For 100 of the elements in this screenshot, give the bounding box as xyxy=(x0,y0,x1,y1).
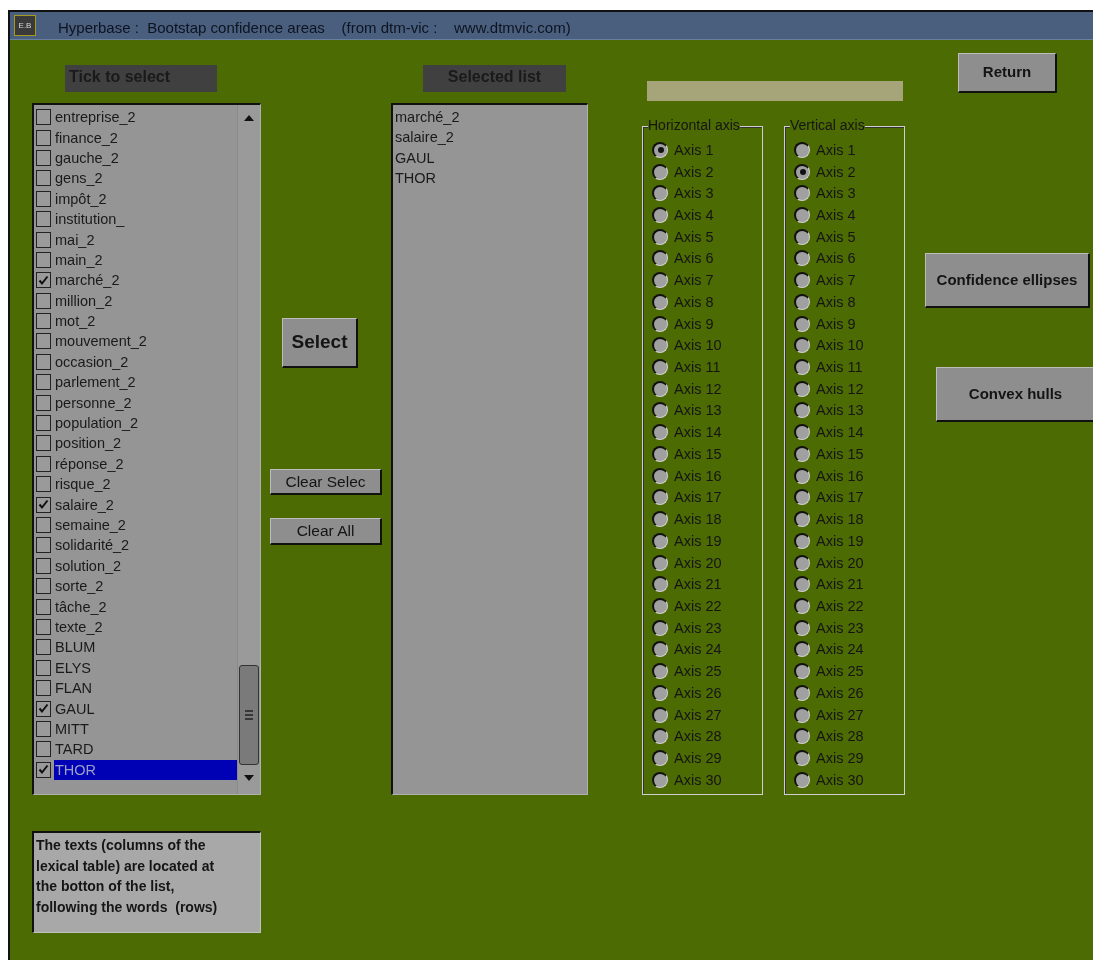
list-item[interactable]: main_2 xyxy=(54,249,238,270)
checkbox[interactable] xyxy=(36,374,51,391)
radio-label[interactable]: Axis 22 xyxy=(816,596,864,615)
radio-label[interactable]: Axis 13 xyxy=(816,401,864,420)
radio-label[interactable]: Axis 22 xyxy=(674,596,722,615)
radio-label[interactable]: Axis 1 xyxy=(674,140,714,159)
radio-label[interactable]: Axis 6 xyxy=(674,249,714,268)
radio-label[interactable]: Axis 30 xyxy=(816,770,864,789)
radio-button[interactable] xyxy=(794,489,810,506)
checkbox[interactable] xyxy=(36,720,51,737)
checkbox[interactable] xyxy=(36,517,51,533)
checkbox[interactable] xyxy=(36,231,51,248)
list-item[interactable]: THOR xyxy=(395,168,437,189)
list-item[interactable]: marché_2 xyxy=(54,270,238,291)
radio-label[interactable]: Axis 18 xyxy=(674,510,722,529)
radio-label[interactable]: Axis 25 xyxy=(674,662,722,681)
radio-button[interactable] xyxy=(794,185,810,202)
list-item[interactable]: salaire_2 xyxy=(54,494,238,515)
radio-button[interactable] xyxy=(794,771,810,788)
radio-button[interactable] xyxy=(794,293,810,310)
radio-button[interactable] xyxy=(652,750,668,766)
radio-label[interactable]: Axis 14 xyxy=(816,423,864,442)
radio-button[interactable] xyxy=(794,532,810,549)
radio-button[interactable] xyxy=(652,663,668,680)
radio-button[interactable] xyxy=(652,359,668,376)
radio-button[interactable] xyxy=(794,750,810,766)
radio-label[interactable]: Axis 4 xyxy=(674,206,714,224)
radio-button[interactable] xyxy=(652,597,668,614)
list-item[interactable]: parlement_2 xyxy=(54,372,238,393)
radio-button[interactable] xyxy=(794,641,810,658)
checkbox[interactable] xyxy=(36,292,51,309)
list-item[interactable]: mai_2 xyxy=(54,229,238,250)
clear-all-button[interactable]: Clear All xyxy=(270,518,382,545)
radio-label[interactable]: Axis 9 xyxy=(674,314,714,333)
list-item[interactable]: MITT xyxy=(54,718,238,739)
radio-label[interactable]: Axis 29 xyxy=(816,749,864,767)
radio-label[interactable]: Axis 25 xyxy=(816,662,864,681)
checkbox[interactable] xyxy=(36,578,51,595)
radio-button[interactable] xyxy=(652,445,668,462)
checkbox[interactable] xyxy=(36,659,51,676)
radio-label[interactable]: Axis 23 xyxy=(674,618,722,637)
list-item[interactable]: TARD xyxy=(54,739,238,760)
list-item[interactable]: mouvement_2 xyxy=(54,331,238,352)
radio-button[interactable] xyxy=(652,185,668,202)
radio-label[interactable]: Axis 5 xyxy=(816,227,856,246)
convex-hulls-button[interactable]: Convex hulls xyxy=(936,367,1093,422)
radio-button[interactable] xyxy=(794,706,810,723)
radio-button[interactable] xyxy=(794,619,810,636)
radio-button[interactable] xyxy=(794,597,810,614)
radio-label[interactable]: Axis 21 xyxy=(816,575,864,594)
radio-button[interactable] xyxy=(652,728,668,745)
checkbox[interactable] xyxy=(36,272,51,289)
radio-button[interactable] xyxy=(794,337,810,354)
radio-label[interactable]: Axis 16 xyxy=(674,466,722,485)
radio-button[interactable] xyxy=(652,619,668,636)
scroll-down-icon[interactable] xyxy=(244,775,254,781)
radio-label[interactable]: Axis 15 xyxy=(816,444,864,463)
radio-label[interactable]: Axis 6 xyxy=(816,249,856,268)
radio-label[interactable]: Axis 27 xyxy=(674,705,722,724)
scrollbar[interactable] xyxy=(237,105,260,794)
list-item[interactable]: THOR xyxy=(54,759,238,780)
radio-label[interactable]: Axis 28 xyxy=(674,727,722,746)
checkbox[interactable] xyxy=(36,496,51,513)
clear-selec-button[interactable]: Clear Selec xyxy=(270,469,382,495)
radio-button[interactable] xyxy=(794,380,810,397)
radio-label[interactable]: Axis 13 xyxy=(674,401,722,420)
radio-label[interactable]: Axis 23 xyxy=(816,618,864,637)
scroll-thumb[interactable] xyxy=(239,665,259,765)
radio-label[interactable]: Axis 4 xyxy=(816,206,856,224)
radio-label[interactable]: Axis 26 xyxy=(816,683,864,702)
checkbox[interactable] xyxy=(36,251,51,268)
radio-button[interactable] xyxy=(652,315,668,332)
checkbox[interactable] xyxy=(36,149,51,166)
radio-label[interactable]: Axis 17 xyxy=(816,488,864,507)
checkbox[interactable] xyxy=(36,109,51,126)
radio-button[interactable] xyxy=(652,272,668,289)
list-item[interactable]: personne_2 xyxy=(54,392,238,413)
checkbox[interactable] xyxy=(36,761,51,778)
list-item[interactable]: entreprise_2 xyxy=(54,107,238,128)
checkbox[interactable] xyxy=(36,557,51,574)
checkbox[interactable] xyxy=(36,435,51,452)
radio-label[interactable]: Axis 10 xyxy=(816,336,864,355)
checkbox[interactable] xyxy=(36,455,51,472)
list-item[interactable]: gauche_2 xyxy=(54,147,238,168)
radio-button[interactable] xyxy=(652,641,668,658)
radio-button[interactable] xyxy=(652,380,668,397)
list-item[interactable]: mot_2 xyxy=(54,311,238,332)
radio-label[interactable]: Axis 5 xyxy=(674,227,714,246)
checkbox[interactable] xyxy=(36,333,51,350)
list-item[interactable]: position_2 xyxy=(54,433,238,454)
return-button[interactable]: Return xyxy=(958,53,1057,93)
radio-button[interactable] xyxy=(794,402,810,419)
radio-button[interactable] xyxy=(794,424,810,441)
radio-label[interactable]: Axis 19 xyxy=(816,531,864,550)
list-item[interactable]: tâche_2 xyxy=(54,596,238,617)
list-item[interactable]: finance_2 xyxy=(54,127,238,148)
list-item[interactable]: GAUL xyxy=(54,698,238,719)
confidence-ellipses-button[interactable]: Confidence ellipses xyxy=(925,253,1090,308)
list-item[interactable]: salaire_2 xyxy=(395,127,454,148)
radio-button[interactable] xyxy=(652,402,668,419)
